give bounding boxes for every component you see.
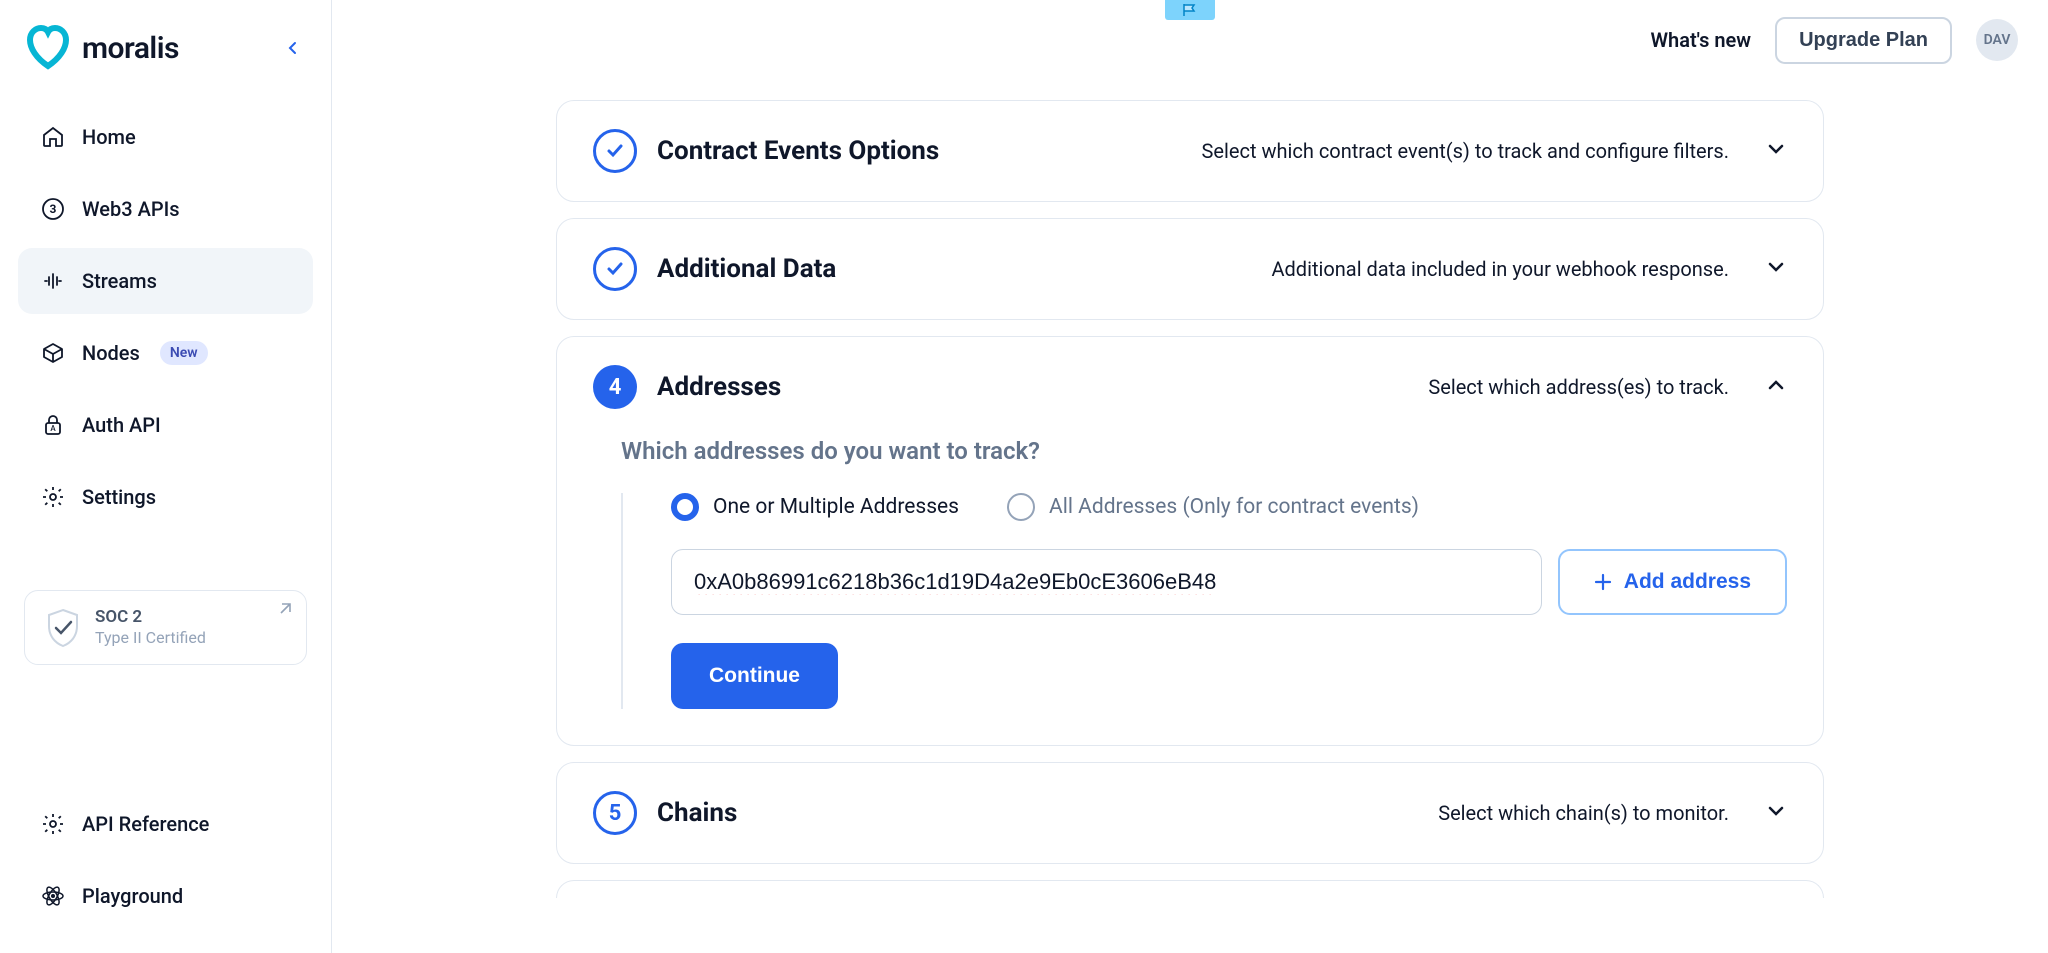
svg-text:A: A [50, 424, 56, 433]
chevron-down-icon [1765, 256, 1787, 282]
radio-icon [1007, 493, 1035, 521]
home-icon [40, 124, 66, 150]
sidebar-item-settings[interactable]: Settings [18, 464, 313, 530]
svg-text:3: 3 [50, 202, 57, 216]
avatar[interactable]: DAV [1976, 19, 2018, 61]
cube-icon [40, 340, 66, 366]
main: What's new Upgrade Plan DAV Contract Eve… [332, 0, 2048, 953]
brand-name: moralis [82, 31, 179, 66]
sidebar-item-playground[interactable]: Playground [18, 863, 313, 929]
panel-chains: 5 Chains Select which chain(s) to monito… [556, 762, 1824, 864]
sidebar-item-label: Settings [82, 485, 156, 509]
address-mode-radio-group: One or Multiple Addresses All Addresses … [671, 493, 1787, 521]
panel-header-chains[interactable]: 5 Chains Select which chain(s) to monito… [557, 763, 1823, 863]
chevron-down-icon [1765, 800, 1787, 826]
panel-title: Addresses [657, 372, 781, 402]
sidebar-nav: Home 3 Web3 APIs Streams Nodes New [0, 104, 331, 530]
sidebar-item-streams[interactable]: Streams [18, 248, 313, 314]
panel-additional-data: Additional Data Additional data included… [556, 218, 1824, 320]
panel-title: Additional Data [657, 254, 836, 284]
gear-icon [40, 811, 66, 837]
soc2-card[interactable]: SOC 2 Type II Certified [24, 590, 307, 665]
topbar: What's new Upgrade Plan DAV [332, 0, 2048, 80]
address-input[interactable] [671, 549, 1542, 615]
panel-addresses: 4 Addresses Select which address(es) to … [556, 336, 1824, 746]
sidebar: moralis Home 3 Web3 APIs [0, 0, 332, 953]
atom-icon [40, 883, 66, 909]
circle-3-icon: 3 [40, 196, 66, 222]
panel-title: Chains [657, 798, 737, 828]
soc-title: SOC 2 [95, 607, 206, 628]
upgrade-plan-button[interactable]: Upgrade Plan [1775, 17, 1952, 64]
flag-icon [1182, 3, 1198, 17]
panel-header-contract-events[interactable]: Contract Events Options Select which con… [557, 101, 1823, 201]
step-check-icon [593, 129, 637, 173]
sidebar-item-label: Playground [82, 884, 183, 908]
sidebar-collapse-button[interactable] [279, 34, 307, 62]
continue-button[interactable]: Continue [671, 643, 838, 709]
radio-icon [671, 493, 699, 521]
radio-one-or-multiple[interactable]: One or Multiple Addresses [671, 493, 959, 521]
panel-subtitle: Select which address(es) to track. [1428, 375, 1729, 399]
whats-new-link[interactable]: What's new [1651, 28, 1752, 52]
chevron-up-icon [1765, 374, 1787, 400]
streams-icon [40, 268, 66, 294]
sidebar-item-auth-api[interactable]: A Auth API [18, 392, 313, 458]
soc-subtitle: Type II Certified [95, 628, 206, 648]
radio-all-addresses[interactable]: All Addresses (Only for contract events) [1007, 493, 1419, 521]
sidebar-item-label: Web3 APIs [82, 197, 180, 221]
sidebar-item-nodes[interactable]: Nodes New [18, 320, 313, 386]
sidebar-item-label: Home [82, 125, 136, 149]
panel-title: Contract Events Options [657, 136, 939, 166]
add-address-button[interactable]: Add address [1558, 549, 1787, 615]
panel-subtitle: Additional data included in your webhook… [1271, 257, 1729, 281]
sidebar-item-label: API Reference [82, 812, 209, 836]
panel-header-additional-data[interactable]: Additional Data Additional data included… [557, 219, 1823, 319]
sidebar-item-web3-apis[interactable]: 3 Web3 APIs [18, 176, 313, 242]
sidebar-item-label: Nodes [82, 341, 140, 365]
radio-label: One or Multiple Addresses [713, 495, 959, 519]
panel-contract-events: Contract Events Options Select which con… [556, 100, 1824, 202]
panel-partial-next [556, 880, 1824, 898]
step-number-4: 4 [593, 365, 637, 409]
panel-header-addresses[interactable]: 4 Addresses Select which address(es) to … [557, 337, 1823, 437]
brand-logo[interactable]: moralis [24, 24, 179, 72]
step-number-5: 5 [593, 791, 637, 835]
chevron-left-icon [285, 40, 301, 56]
external-link-icon [278, 601, 292, 620]
panel-subtitle: Select which chain(s) to monitor. [1438, 801, 1729, 825]
lock-icon: A [40, 412, 66, 438]
moralis-logo-icon [24, 24, 72, 72]
radio-label: All Addresses (Only for contract events) [1049, 495, 1419, 519]
add-address-label: Add address [1624, 570, 1751, 594]
new-badge: New [160, 341, 208, 365]
plus-icon [1594, 573, 1612, 591]
gear-icon [40, 484, 66, 510]
content-area: Contract Events Options Select which con… [332, 80, 2048, 953]
sidebar-item-api-reference[interactable]: API Reference [18, 791, 313, 857]
addresses-question: Which addresses do you want to track? [621, 437, 1787, 465]
panel-subtitle: Select which contract event(s) to track … [1202, 139, 1729, 163]
chevron-down-icon [1765, 138, 1787, 164]
sidebar-item-label: Auth API [82, 413, 161, 437]
step-check-icon [593, 247, 637, 291]
flag-tab[interactable] [1165, 0, 1215, 20]
sidebar-item-home[interactable]: Home [18, 104, 313, 170]
sidebar-item-label: Streams [82, 269, 157, 293]
shield-check-icon [45, 608, 81, 648]
